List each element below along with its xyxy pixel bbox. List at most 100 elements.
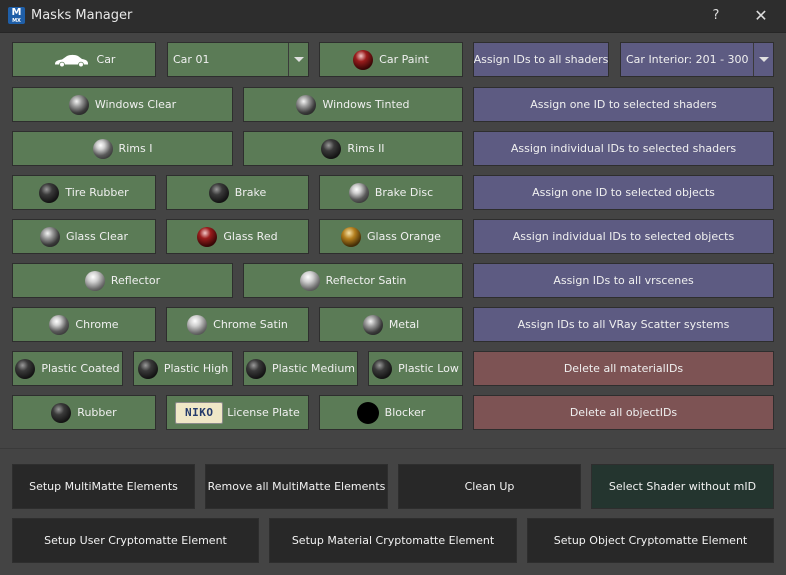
plastic-coated-button[interactable]: Plastic Coated [12, 351, 123, 386]
chevron-down-icon [293, 57, 304, 62]
assign-individual-ids-shaders-button[interactable]: Assign individual IDs to selected shader… [473, 131, 774, 166]
plastic-high-sphere-icon [137, 358, 158, 379]
metal-button[interactable]: Metal [319, 307, 463, 342]
glass-orange-sphere-icon [341, 226, 362, 247]
chrome-satin-button[interactable]: Chrome Satin [166, 307, 309, 342]
rims-1-label: Rims I [118, 142, 153, 155]
reflector-satin-label: Reflector Satin [325, 274, 407, 287]
plastic-coated-sphere-icon [15, 358, 36, 379]
plastic-medium-button[interactable]: Plastic Medium [243, 351, 358, 386]
rubber-button[interactable]: Rubber [12, 395, 156, 430]
windows-tinted-button[interactable]: Windows Tinted [243, 87, 463, 122]
windows-clear-button[interactable]: Windows Clear [12, 87, 233, 122]
glass-clear-label: Glass Clear [65, 230, 129, 243]
plastic-high-label: Plastic High [163, 362, 229, 375]
plastic-low-button[interactable]: Plastic Low [368, 351, 463, 386]
chrome-satin-label: Chrome Satin [213, 318, 288, 331]
id-range-select-value: Car Interior: 201 - 300 [626, 53, 749, 66]
blocker-button[interactable]: Blocker [319, 395, 463, 430]
setup-material-cryptomatte-label: Setup Material Cryptomatte Element [291, 534, 495, 547]
car-paint-sphere-icon [353, 49, 374, 70]
id-range-select[interactable]: Car Interior: 201 - 300 [620, 42, 774, 77]
car-button-label: Car [96, 53, 116, 66]
assign-individual-ids-objects-button[interactable]: Assign individual IDs to selected object… [473, 219, 774, 254]
glass-red-label: Glass Red [223, 230, 278, 243]
assign-ids-all-shaders-label: Assign IDs to all shaders [473, 53, 609, 66]
reflector-sphere-icon [84, 270, 105, 291]
metal-sphere-icon [362, 314, 383, 335]
plastic-low-label: Plastic Low [398, 362, 459, 375]
rims-2-button[interactable]: Rims II [243, 131, 463, 166]
car-select-value: Car 01 [173, 53, 210, 66]
assign-one-id-shaders-label: Assign one ID to selected shaders [530, 98, 717, 111]
plastic-coated-label: Plastic Coated [41, 362, 120, 375]
plastic-medium-label: Plastic Medium [271, 362, 356, 375]
app-icon: M MX [8, 7, 25, 24]
rims-2-label: Rims II [347, 142, 385, 155]
reflector-button[interactable]: Reflector [12, 263, 233, 298]
setup-object-cryptomatte-button[interactable]: Setup Object Cryptomatte Element [527, 518, 774, 563]
windows-clear-sphere-icon [68, 94, 89, 115]
setup-multimatte-button[interactable]: Setup MultiMatte Elements [12, 464, 195, 509]
license-plate-button[interactable]: NIKO License Plate [166, 395, 309, 430]
chrome-label: Chrome [75, 318, 119, 331]
clean-up-label: Clean Up [464, 480, 515, 493]
car-paint-button[interactable]: Car Paint [319, 42, 463, 77]
tire-rubber-button[interactable]: Tire Rubber [12, 175, 156, 210]
rubber-label: Rubber [77, 406, 117, 419]
brake-button[interactable]: Brake [166, 175, 309, 210]
close-button[interactable]: ✕ [750, 6, 772, 26]
license-plate-icon: NIKO [175, 401, 224, 424]
remove-multimatte-button[interactable]: Remove all MultiMatte Elements [205, 464, 388, 509]
remove-multimatte-label: Remove all MultiMatte Elements [207, 480, 386, 493]
delete-object-ids-button[interactable]: Delete all objectIDs [473, 395, 774, 430]
id-range-select-dropdown[interactable] [753, 43, 773, 76]
assign-one-id-objects-button[interactable]: Assign one ID to selected objects [473, 175, 774, 210]
glass-red-button[interactable]: Glass Red [166, 219, 309, 254]
glass-clear-button[interactable]: Glass Clear [12, 219, 156, 254]
select-shader-without-mid-label: Select Shader without mID [608, 480, 757, 493]
blocker-sphere-icon [356, 401, 379, 424]
glass-red-sphere-icon [197, 226, 218, 247]
plastic-high-button[interactable]: Plastic High [133, 351, 233, 386]
assign-ids-all-shaders-button[interactable]: Assign IDs to all shaders [473, 42, 609, 77]
reflector-satin-sphere-icon [299, 270, 320, 291]
assign-ids-all-scatter-button[interactable]: Assign IDs to all VRay Scatter systems [473, 307, 774, 342]
rims-1-button[interactable]: Rims I [12, 131, 233, 166]
tire-rubber-label: Tire Rubber [65, 186, 129, 199]
assign-individual-ids-objects-label: Assign individual IDs to selected object… [512, 230, 735, 243]
chrome-satin-sphere-icon [187, 314, 208, 335]
clean-up-button[interactable]: Clean Up [398, 464, 581, 509]
setup-user-cryptomatte-button[interactable]: Setup User Cryptomatte Element [12, 518, 259, 563]
setup-material-cryptomatte-button[interactable]: Setup Material Cryptomatte Element [269, 518, 517, 563]
brake-label: Brake [234, 186, 267, 199]
license-plate-label: License Plate [227, 406, 300, 419]
windows-clear-label: Windows Clear [94, 98, 177, 111]
delete-material-ids-button[interactable]: Delete all materialIDs [473, 351, 774, 386]
brake-sphere-icon [208, 182, 229, 203]
help-button[interactable]: ? [706, 6, 726, 26]
car-paint-label: Car Paint [379, 53, 429, 66]
assign-one-id-shaders-button[interactable]: Assign one ID to selected shaders [473, 87, 774, 122]
windows-tinted-sphere-icon [296, 94, 317, 115]
car-select[interactable]: Car 01 [167, 42, 309, 77]
rubber-sphere-icon [51, 402, 72, 423]
plastic-low-sphere-icon [372, 358, 393, 379]
car-button[interactable]: Car [12, 42, 156, 77]
brake-disc-button[interactable]: Brake Disc [319, 175, 463, 210]
car-select-dropdown[interactable] [288, 43, 308, 76]
brake-disc-sphere-icon [348, 182, 369, 203]
blocker-label: Blocker [384, 406, 426, 419]
setup-user-cryptomatte-label: Setup User Cryptomatte Element [44, 534, 227, 547]
glass-orange-button[interactable]: Glass Orange [319, 219, 463, 254]
title-bar: M MX Masks Manager ? ✕ [0, 0, 786, 32]
assign-ids-all-vrscenes-button[interactable]: Assign IDs to all vrscenes [473, 263, 774, 298]
rims-1-sphere-icon [92, 138, 113, 159]
chrome-button[interactable]: Chrome [12, 307, 156, 342]
delete-material-ids-label: Delete all materialIDs [563, 362, 684, 375]
assign-ids-all-vrscenes-label: Assign IDs to all vrscenes [553, 274, 694, 287]
reflector-label: Reflector [110, 274, 161, 287]
reflector-satin-button[interactable]: Reflector Satin [243, 263, 463, 298]
plastic-medium-sphere-icon [245, 358, 266, 379]
select-shader-without-mid-button[interactable]: Select Shader without mID [591, 464, 774, 509]
